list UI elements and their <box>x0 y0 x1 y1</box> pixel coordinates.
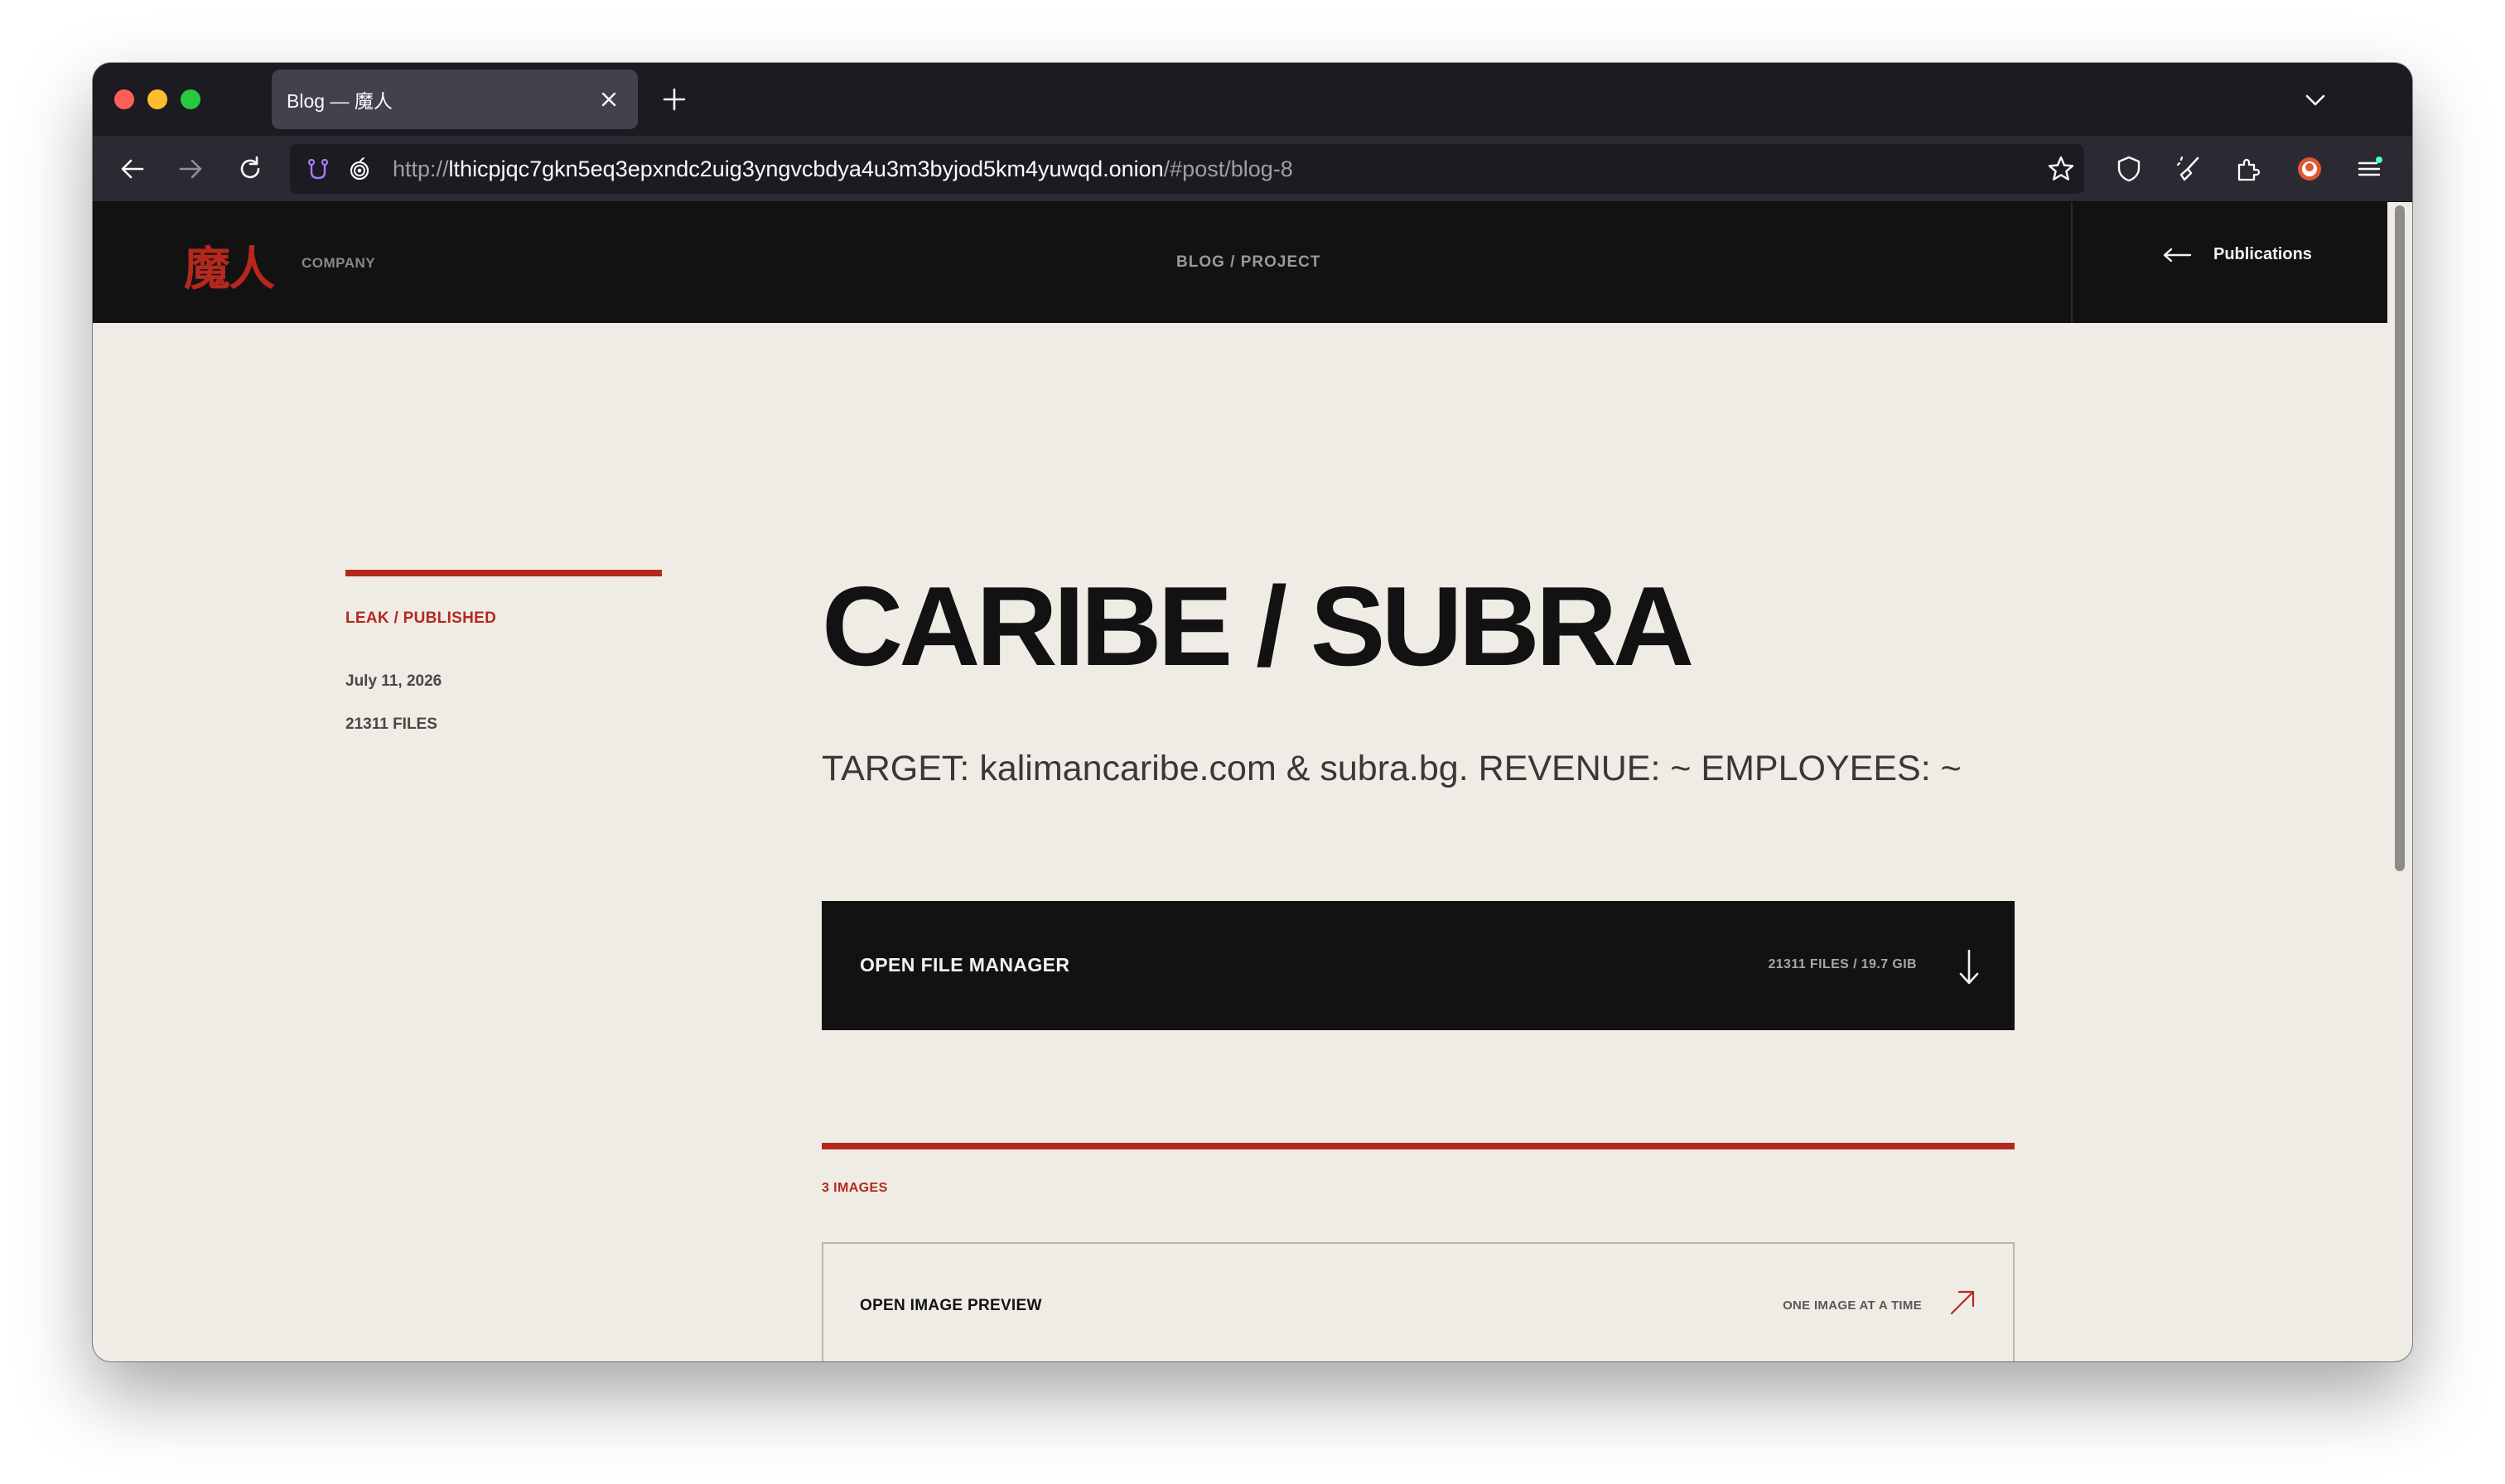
puzzle-icon <box>2237 158 2261 181</box>
tor-circuit-icon[interactable] <box>305 156 331 182</box>
new-tab-icon[interactable] <box>659 84 689 114</box>
post-date: July 11, 2026 <box>345 672 442 690</box>
bookmark-star-icon[interactable] <box>2046 154 2076 184</box>
arrow-up-right-icon <box>1950 1290 1975 1315</box>
breadcrumb: BLOG / PROJECT <box>1176 253 1321 271</box>
chevron-down-icon[interactable] <box>2301 86 2329 114</box>
close-window-button[interactable] <box>114 89 134 109</box>
arrow-right-icon <box>179 159 202 179</box>
navigation-toolbar: http://lthicpjqc7gkn5eq3epxndc2uig3yngvc… <box>93 136 2412 202</box>
open-file-manager-button[interactable]: OPEN FILE MANAGER 21311 FILES / 19.7 GIB <box>822 901 2015 1030</box>
address-bar[interactable]: http://lthicpjqc7gkn5eq3epxndc2uig3yngvc… <box>290 144 2084 194</box>
close-tab-icon[interactable] <box>596 87 621 112</box>
tab-active[interactable]: Blog — 魔人 <box>272 70 638 129</box>
url-fragment: /#post/blog-8 <box>1163 157 1293 181</box>
arrow-left-icon <box>2163 248 2192 262</box>
hamburger-menu-icon <box>2358 157 2382 176</box>
file-manager-meta: 21311 FILES / 19.7 GIB <box>1768 957 1917 971</box>
tab-strip: Blog — 魔人 <box>93 63 2412 136</box>
url-host: lthicpjqc7gkn5eq3epxndc2uig3yngvcbdya4u3… <box>448 157 1164 181</box>
url-text[interactable]: http://lthicpjqc7gkn5eq3epxndc2uig3yngvc… <box>393 157 1293 182</box>
reload-button[interactable] <box>232 151 268 187</box>
duckduckgo-button[interactable] <box>2291 151 2328 187</box>
extensions-button[interactable] <box>2230 151 2266 187</box>
forward-button[interactable] <box>172 151 209 187</box>
zoom-window-button[interactable] <box>181 89 200 109</box>
browser-window: Blog — 魔人 http://lthicpjqc7gkn5eq3epxndc… <box>93 63 2412 1361</box>
status-badge: LEAK / PUBLISHED <box>345 610 497 627</box>
arrow-down-icon <box>1959 949 1979 985</box>
images-accent-bar <box>822 1143 2015 1149</box>
post-subtitle: TARGET: kalimancaribe.com & subra.bg. RE… <box>822 749 1962 788</box>
new-identity-button[interactable] <box>2170 151 2207 187</box>
image-preview-meta: ONE IMAGE AT A TIME <box>1783 1298 1922 1313</box>
page-scrollbar[interactable] <box>2387 202 2412 1361</box>
meta-accent-bar <box>345 570 662 576</box>
file-manager-label: OPEN FILE MANAGER <box>860 954 1070 976</box>
reload-icon <box>240 156 260 179</box>
publications-link[interactable]: Publications <box>2162 245 2312 264</box>
broom-icon <box>2176 156 2199 181</box>
back-button[interactable] <box>114 151 151 187</box>
page-title: CARIBE / SUBRA <box>822 563 1694 689</box>
onion-site-icon[interactable] <box>346 156 373 182</box>
tab-title: Blog — 魔人 <box>287 90 393 112</box>
shield-icon <box>2117 156 2141 182</box>
image-preview-label: OPEN IMAGE PREVIEW <box>860 1297 1042 1314</box>
site-header: 魔人 COMPANY BLOG / PROJECT Publications <box>93 202 2387 323</box>
url-scheme: http:// <box>393 157 449 181</box>
minimize-window-button[interactable] <box>147 89 167 109</box>
duckduckgo-icon <box>2298 157 2321 181</box>
files-count: 21311 FILES <box>345 716 437 733</box>
scrollbar-thumb[interactable] <box>2395 205 2405 871</box>
company-label: COMPANY <box>302 255 376 271</box>
images-count-label: 3 IMAGES <box>822 1181 888 1195</box>
site-logo[interactable]: 魔人 <box>184 232 275 299</box>
app-menu-button[interactable] <box>2351 151 2387 187</box>
page-viewport: 魔人 COMPANY BLOG / PROJECT Publications L… <box>93 202 2387 1361</box>
publications-label: Publications <box>2213 245 2312 263</box>
header-divider <box>2071 202 2073 323</box>
open-image-preview-button[interactable]: OPEN IMAGE PREVIEW ONE IMAGE AT A TIME <box>822 1242 2015 1361</box>
arrow-left-icon <box>121 159 144 179</box>
shield-button[interactable] <box>2111 151 2147 187</box>
